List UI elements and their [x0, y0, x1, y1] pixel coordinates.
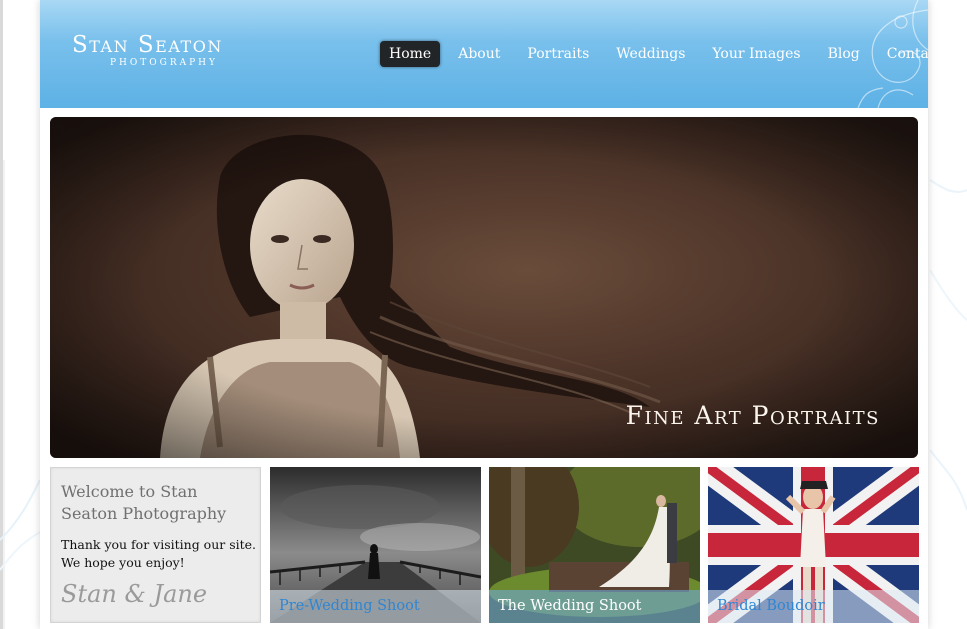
welcome-panel: Welcome to Stan Seaton Photography Thank…	[50, 467, 261, 623]
tile-label-pre-wedding[interactable]: Pre-Wedding Shoot	[270, 590, 481, 623]
hero-caption: Fine Art Portraits	[625, 401, 880, 430]
background-swirl-left	[0, 480, 45, 571]
header-swirl-ornament	[857, 0, 928, 108]
tile-label-bridal-boudoir[interactable]: Bridal Boudoir	[708, 590, 919, 623]
logo-title[interactable]: Stan Seaton	[72, 32, 223, 58]
background-swirl-right	[930, 179, 967, 511]
welcome-signature: Stan & Jane	[61, 580, 208, 608]
site-header: Stan Seaton Photography Home About Portr…	[40, 0, 928, 108]
tile-label-wedding[interactable]: The Wedding Shoot	[489, 590, 700, 623]
welcome-heading: Welcome to Stan Seaton Photography	[61, 482, 227, 523]
nav-portraits[interactable]: Portraits	[518, 41, 598, 67]
hero-banner[interactable]: Fine Art Portraits	[50, 117, 918, 458]
tile-wedding[interactable]: The Wedding Shoot	[489, 467, 700, 623]
nav-about[interactable]: About	[449, 41, 509, 67]
logo-subtitle[interactable]: Photography	[110, 58, 218, 68]
tile-pre-wedding[interactable]: Pre-Wedding Shoot	[270, 467, 481, 623]
welcome-text: Thank you for visiting our site. We hope…	[61, 537, 257, 570]
browser-edge-shadow	[3, 160, 5, 629]
tile-bridal-boudoir[interactable]: Bridal Boudoir	[708, 467, 919, 623]
nav-weddings[interactable]: Weddings	[607, 41, 694, 67]
nav-home[interactable]: Home	[380, 41, 441, 67]
page-container: Stan Seaton Photography Home About Portr…	[40, 0, 928, 629]
